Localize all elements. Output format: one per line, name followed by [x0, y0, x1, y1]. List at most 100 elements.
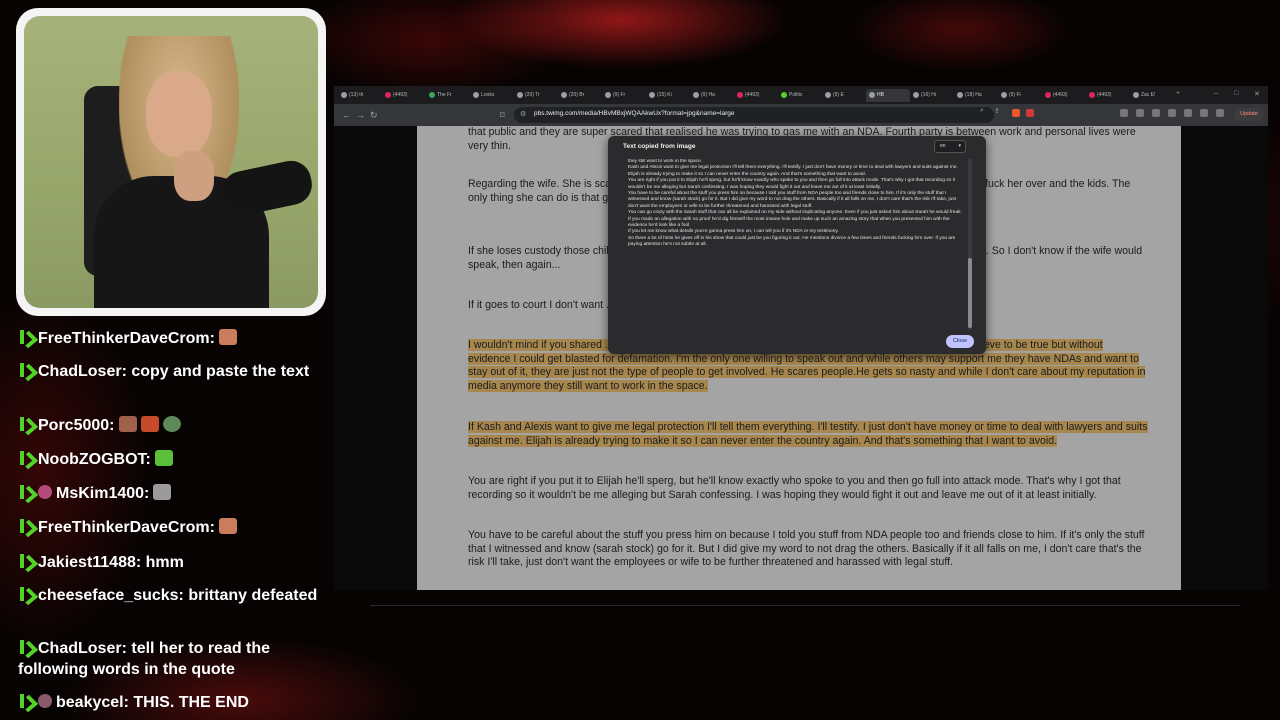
new-tab-icon[interactable]: + — [1176, 90, 1180, 97]
browser-tab-active[interactable]: HB — [866, 89, 910, 102]
copied-text-line: So there a lot of hints he gives off in … — [628, 235, 956, 248]
chat-message: NoobZOGBOT: — [18, 449, 318, 470]
emote-icon — [118, 416, 137, 432]
page-viewport: that public and they are super scared th… — [334, 126, 1268, 590]
chat-username: ChadLoser: — [38, 640, 127, 657]
browser-tab[interactable]: (9) Fr — [602, 89, 646, 102]
tab-favicon-icon — [1001, 92, 1007, 98]
badge-icon — [18, 363, 32, 377]
extension-icon[interactable] — [1120, 109, 1128, 117]
browser-tab[interactable]: Looks — [470, 89, 514, 102]
emote-icon — [140, 416, 159, 432]
copied-text-area[interactable]: they still want to work in the space. Ka… — [628, 159, 964, 329]
browser-tab[interactable]: The Fr — [426, 89, 470, 102]
chat-username: MsKim1400: — [56, 485, 150, 502]
browser-tab[interactable]: (13) th — [338, 89, 382, 102]
webcam-hand — [174, 151, 214, 201]
chat-username: FreeThinkerDaveCrom: — [38, 519, 215, 536]
chat-username: Porc5000: — [38, 417, 115, 434]
url-text: pbs.twimg.com/media/HBvMBxjWQAAkwUx?form… — [534, 110, 735, 117]
tab-favicon-icon — [913, 92, 919, 98]
tab-favicon-icon — [693, 92, 699, 98]
chat-username: FreeThinkerDaveCrom: — [38, 330, 215, 347]
dialog-title: Text copied from image — [623, 143, 696, 150]
tab-favicon-icon — [341, 92, 347, 98]
chat-message: FreeThinkerDaveCrom: — [18, 328, 318, 349]
browser-tab[interactable]: (4493) — [1086, 89, 1130, 102]
copied-text-line: You are right if you put it to Elijah he… — [628, 178, 955, 190]
badge-icon — [18, 417, 32, 431]
browser-tab[interactable]: (4493) — [1042, 89, 1086, 102]
tab-favicon-icon — [1089, 92, 1095, 98]
chat-username: Jakiest11488: — [38, 554, 142, 571]
user-avatar — [38, 485, 52, 499]
dialog-scrollbar[interactable] — [968, 158, 972, 330]
badge-icon — [18, 330, 32, 344]
chat-username: ChadLoser: — [38, 363, 127, 380]
browser-tab[interactable]: (9) Fi — [998, 89, 1042, 102]
copied-text-line: Kash and Alexis want to give me legal pr… — [628, 165, 958, 177]
tab-favicon-icon — [649, 92, 655, 98]
bookmark-icon[interactable]: ⌑ — [500, 110, 505, 121]
rewards-icon[interactable] — [1026, 109, 1034, 117]
chat-message: MsKim1400: — [18, 483, 318, 504]
browser-tab[interactable]: (18) Ha — [954, 89, 998, 102]
sidebar-icon[interactable] — [1152, 109, 1160, 117]
badge-icon — [18, 694, 32, 708]
language-select[interactable]: en ▾ — [934, 140, 966, 153]
minimize-icon[interactable]: – — [1214, 90, 1218, 97]
chat-message: cheeseface_sucks: brittany defeated — [18, 585, 318, 606]
browser-tab[interactable]: (16) Hi — [910, 89, 954, 102]
browser-tab[interactable]: (15) Ki — [646, 89, 690, 102]
browser-tab[interactable]: Zac E! — [1130, 89, 1174, 102]
tab-favicon-icon — [825, 92, 831, 98]
badge-icon — [18, 451, 32, 465]
chat-panel: FreeThinkerDaveCrom: ChadLoser: copy and… — [18, 326, 328, 720]
wallet-icon[interactable] — [1168, 109, 1176, 117]
divider — [370, 605, 1240, 606]
forward-icon[interactable]: → — [356, 110, 365, 120]
url-field[interactable]: ⚙ pbs.twimg.com/media/HBvMBxjWQAAkwUx?fo… — [514, 107, 994, 123]
profile-icon[interactable] — [1200, 109, 1208, 117]
chat-message: ChadLoser: tell her to read the followin… — [18, 638, 318, 680]
browser-tab[interactable]: (9) Ha — [690, 89, 734, 102]
scrollbar-thumb[interactable] — [968, 258, 972, 328]
address-bar-row: ← → ↻ ⌑ ⚙ pbs.twimg.com/media/HBvMBxjWQA… — [334, 104, 1268, 126]
browser-tab[interactable]: (20) Tr — [514, 89, 558, 102]
chat-message: Porc5000: — [18, 415, 318, 436]
chat-text: brittany defeated — [188, 587, 318, 604]
share-icon[interactable]: ⇪ — [994, 107, 1000, 115]
tab-strip: (13) th (4493) The Fr Looks (20) Tr (20)… — [334, 86, 1268, 104]
extension-icon[interactable] — [1136, 109, 1144, 117]
close-button[interactable]: Close — [946, 335, 974, 348]
reload-icon[interactable]: ↻ — [370, 110, 378, 121]
maximize-icon[interactable]: □ — [1234, 90, 1238, 97]
tab-favicon-icon — [429, 92, 435, 98]
tab-favicon-icon — [781, 92, 787, 98]
downloads-icon[interactable] — [1184, 109, 1192, 117]
browser-tab[interactable]: (20) Br — [558, 89, 602, 102]
zoom-icon[interactable]: ⌕ — [980, 107, 984, 115]
badge-icon — [18, 554, 32, 568]
vpn-icon[interactable] — [1216, 109, 1224, 117]
site-info-icon[interactable]: ⚙ — [520, 110, 526, 118]
browser-tab[interactable]: (4493) — [382, 89, 426, 102]
badge-icon — [18, 519, 32, 533]
close-window-icon[interactable]: ✕ — [1254, 90, 1260, 98]
tab-favicon-icon — [385, 92, 391, 98]
browser-tab[interactable]: Politic — [778, 89, 822, 102]
chat-text: hmm — [145, 554, 184, 571]
webcam-video — [24, 16, 318, 308]
tab-favicon-icon — [957, 92, 963, 98]
update-button[interactable]: Update — [1234, 108, 1264, 121]
browser-tab[interactable]: (9) E — [822, 89, 866, 102]
tab-favicon-icon — [517, 92, 523, 98]
emote-icon — [153, 484, 172, 500]
chat-username: cheeseface_sucks: — [38, 587, 184, 604]
tab-favicon-icon — [1045, 92, 1051, 98]
chat-message: ChadLoser: copy and paste the text — [18, 361, 318, 382]
webcam-face — [146, 71, 212, 157]
back-icon[interactable]: ← — [342, 110, 351, 120]
brave-shield-icon[interactable] — [1012, 109, 1020, 117]
browser-tab[interactable]: (4493) — [734, 89, 778, 102]
